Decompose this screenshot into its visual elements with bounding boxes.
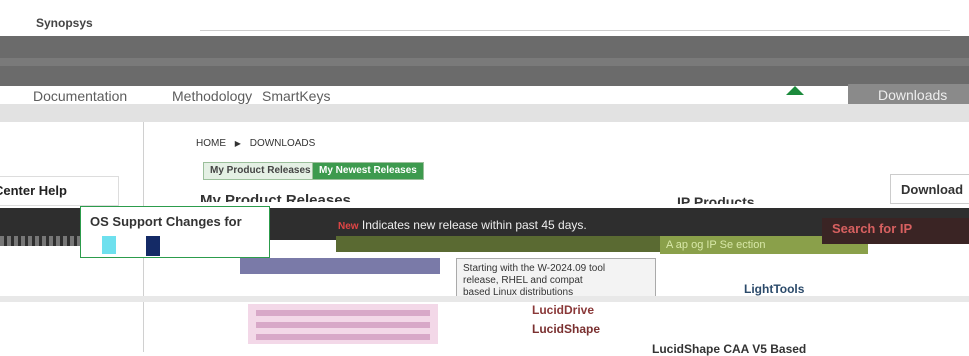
chevron-right-icon: ▶ (234, 139, 241, 148)
dotted-row (0, 236, 80, 246)
new-release-note: New Indicates new release within past 45… (338, 218, 587, 232)
olive-band (336, 236, 666, 252)
product-luciddrive[interactable]: LucidDrive (532, 303, 594, 317)
ip-products-heading: IP Products (677, 194, 755, 204)
bottom-band (0, 296, 969, 302)
header-divider (200, 30, 950, 31)
site-logo[interactable]: Synopsys (36, 16, 93, 30)
product-lucidshape[interactable]: LucidShape (532, 322, 600, 336)
top-banner (0, 36, 969, 86)
cyan-marker (102, 236, 116, 254)
breadcrumb-home[interactable]: HOME (196, 138, 226, 149)
nav-smartkeys[interactable]: SmartKeys (262, 88, 330, 104)
download-center-box[interactable]: Download C (890, 174, 969, 227)
nav-downloads[interactable]: Downloads (848, 84, 969, 104)
nav-methodology[interactable]: Methodology (172, 88, 252, 104)
main-nav (0, 86, 969, 102)
purple-band (240, 258, 440, 274)
search-ip-button[interactable]: Search for IP (822, 218, 969, 244)
breadcrumb: HOME ▶ DOWNLOADS (196, 138, 315, 149)
arrow-up-icon[interactable] (786, 86, 804, 95)
navy-marker (146, 236, 160, 256)
pink-block (248, 304, 438, 344)
product-lighttools[interactable]: LightTools (744, 282, 804, 296)
sidebar-help-link[interactable]: Center Help (0, 176, 119, 206)
new-badge: New (338, 221, 359, 232)
breadcrumb-current: DOWNLOADS (249, 138, 316, 149)
nav-documentation[interactable]: Documentation (33, 88, 127, 104)
product-lucidshape-caa[interactable]: LucidShape CAA V5 Based (652, 342, 806, 356)
subheader-band (0, 104, 969, 122)
os-support-title[interactable]: OS Support Changes for (90, 214, 242, 229)
product-releases-heading: My Product Releases (200, 192, 351, 202)
tab-my-newest-releases[interactable]: My Newest Releases (312, 162, 424, 180)
tab-my-product-releases[interactable]: My Product Releases (203, 162, 318, 180)
